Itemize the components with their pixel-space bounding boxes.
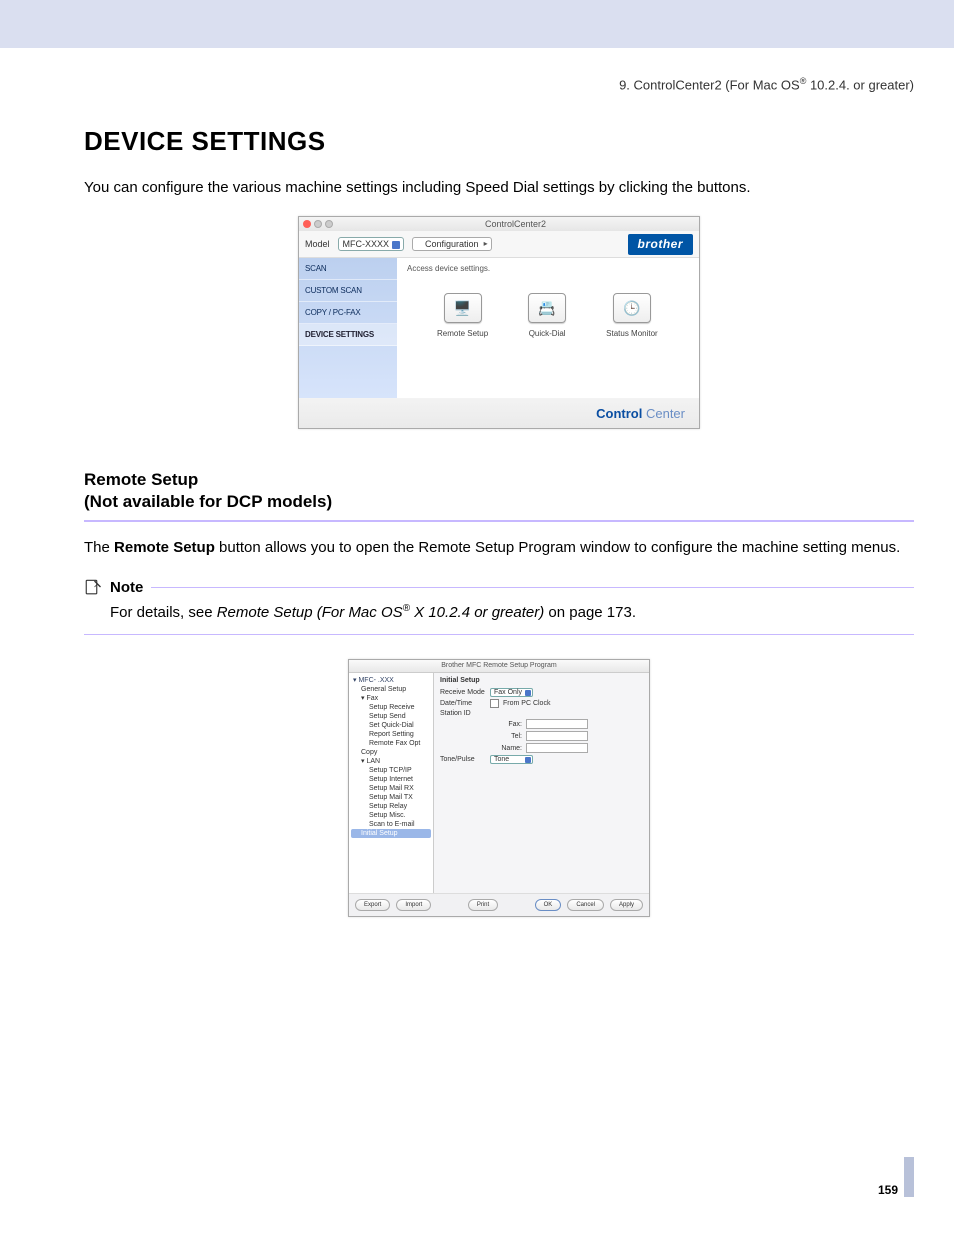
tree-setup-misc[interactable]: Setup Misc.: [351, 811, 431, 820]
ok-button[interactable]: OK: [535, 899, 562, 911]
heading-rule: [84, 520, 914, 522]
name-input[interactable]: [526, 743, 588, 753]
from-pc-clock-label: From PC Clock: [503, 700, 550, 707]
tree-setup-send[interactable]: Setup Send: [351, 712, 431, 721]
tone-pulse-label: Tone/Pulse: [440, 756, 486, 763]
status-monitor-label: Status Monitor: [606, 329, 658, 338]
form-title: Initial Setup: [440, 677, 643, 684]
cancel-button[interactable]: Cancel: [567, 899, 604, 911]
note-text: For details, see Remote Setup (For Mac O…: [110, 602, 914, 624]
tree-setup-mail-tx[interactable]: Setup Mail TX: [351, 793, 431, 802]
tree-scan-to-email[interactable]: Scan to E-mail: [351, 820, 431, 829]
receive-mode-select[interactable]: Fax Only: [490, 688, 533, 697]
panel-description: Access device settings.: [407, 264, 689, 273]
tel-label: Tel:: [490, 733, 522, 740]
note-bottom-rule: [84, 634, 914, 635]
settings-form: Initial Setup Receive Mode Fax Only Date…: [434, 673, 649, 893]
tree-root[interactable]: ▾ MFC- .XXX: [351, 676, 431, 685]
quick-dial-icon[interactable]: 📇: [528, 293, 566, 323]
remote-setup-icon[interactable]: 🖥️: [444, 293, 482, 323]
sidebar-item-copy-pcfax[interactable]: COPY / PC-FAX: [299, 302, 397, 324]
page-title: DEVICE SETTINGS: [84, 126, 914, 157]
import-button[interactable]: Import: [396, 899, 431, 911]
tree-fax[interactable]: ▾ Fax: [351, 694, 431, 703]
tel-input[interactable]: [526, 731, 588, 741]
date-time-label: Date/Time: [440, 700, 486, 707]
sidebar-item-custom-scan[interactable]: CUSTOM SCAN: [299, 280, 397, 302]
page-number: 159: [878, 1183, 898, 1197]
close-icon: [303, 220, 311, 228]
configuration-button[interactable]: Configuration: [412, 237, 492, 251]
thumb-tab: [904, 1157, 914, 1197]
section-heading: Remote Setup (Not available for DCP mode…: [84, 469, 914, 513]
receive-mode-label: Receive Mode: [440, 689, 486, 696]
tree-general-setup[interactable]: General Setup: [351, 685, 431, 694]
tree-setup-relay[interactable]: Setup Relay: [351, 802, 431, 811]
note-icon: [84, 578, 102, 596]
sidebar-item-scan[interactable]: SCAN: [299, 258, 397, 280]
model-label: Model: [305, 239, 330, 249]
export-button[interactable]: Export: [355, 899, 390, 911]
settings-tree: ▾ MFC- .XXX General Setup ▾ Fax Setup Re…: [349, 673, 434, 893]
note-rule: [151, 587, 914, 588]
quick-dial-label: Quick-Dial: [529, 329, 566, 338]
station-id-label: Station ID: [440, 710, 486, 717]
remote-setup-label: Remote Setup: [437, 329, 488, 338]
section-body: The Remote Setup button allows you to op…: [84, 537, 914, 559]
tree-setup-receive[interactable]: Setup Receive: [351, 703, 431, 712]
fax-input[interactable]: [526, 719, 588, 729]
category-sidebar: SCAN CUSTOM SCAN COPY / PC-FAX DEVICE SE…: [299, 258, 397, 398]
status-monitor-icon[interactable]: 🕒: [613, 293, 651, 323]
tree-setup-internet[interactable]: Setup Internet: [351, 775, 431, 784]
tree-report-setting[interactable]: Report Setting: [351, 730, 431, 739]
name-label: Name:: [490, 745, 522, 752]
sidebar-item-device-settings[interactable]: DEVICE SETTINGS: [299, 324, 397, 346]
tree-setup-tcpip[interactable]: Setup TCP/IP: [351, 766, 431, 775]
tree-lan[interactable]: ▾ LAN: [351, 757, 431, 766]
window-title: ControlCenter2: [336, 219, 695, 229]
remote-setup-screenshot: Brother MFC Remote Setup Program ▾ MFC- …: [348, 659, 650, 917]
top-decorative-bar: [0, 0, 954, 48]
minimize-icon: [314, 220, 322, 228]
window-titlebar: ControlCenter2: [299, 217, 699, 231]
remote-setup-title: Brother MFC Remote Setup Program: [349, 660, 649, 673]
print-button[interactable]: Print: [468, 899, 498, 911]
tree-initial-setup[interactable]: Initial Setup: [351, 829, 431, 838]
brother-logo: brother: [628, 234, 694, 255]
fax-label: Fax:: [490, 721, 522, 728]
note-label: Note: [110, 579, 143, 596]
tree-copy[interactable]: Copy: [351, 748, 431, 757]
tone-pulse-select[interactable]: Tone: [490, 755, 533, 764]
intro-text: You can configure the various machine se…: [84, 177, 914, 198]
tree-setup-mail-rx[interactable]: Setup Mail RX: [351, 784, 431, 793]
model-select[interactable]: MFC-XXXX: [338, 237, 405, 251]
running-header: 9. ControlCenter2 (For Mac OS® 10.2.4. o…: [84, 76, 914, 92]
zoom-icon: [325, 220, 333, 228]
apply-button[interactable]: Apply: [610, 899, 643, 911]
from-pc-clock-checkbox[interactable]: [490, 699, 499, 708]
controlcenter-logo: Control Center: [596, 406, 685, 421]
controlcenter2-screenshot: ControlCenter2 Model MFC-XXXX Configurat…: [298, 216, 700, 429]
tree-remote-fax-opt[interactable]: Remote Fax Opt: [351, 739, 431, 748]
tree-set-quick-dial[interactable]: Set Quick-Dial: [351, 721, 431, 730]
